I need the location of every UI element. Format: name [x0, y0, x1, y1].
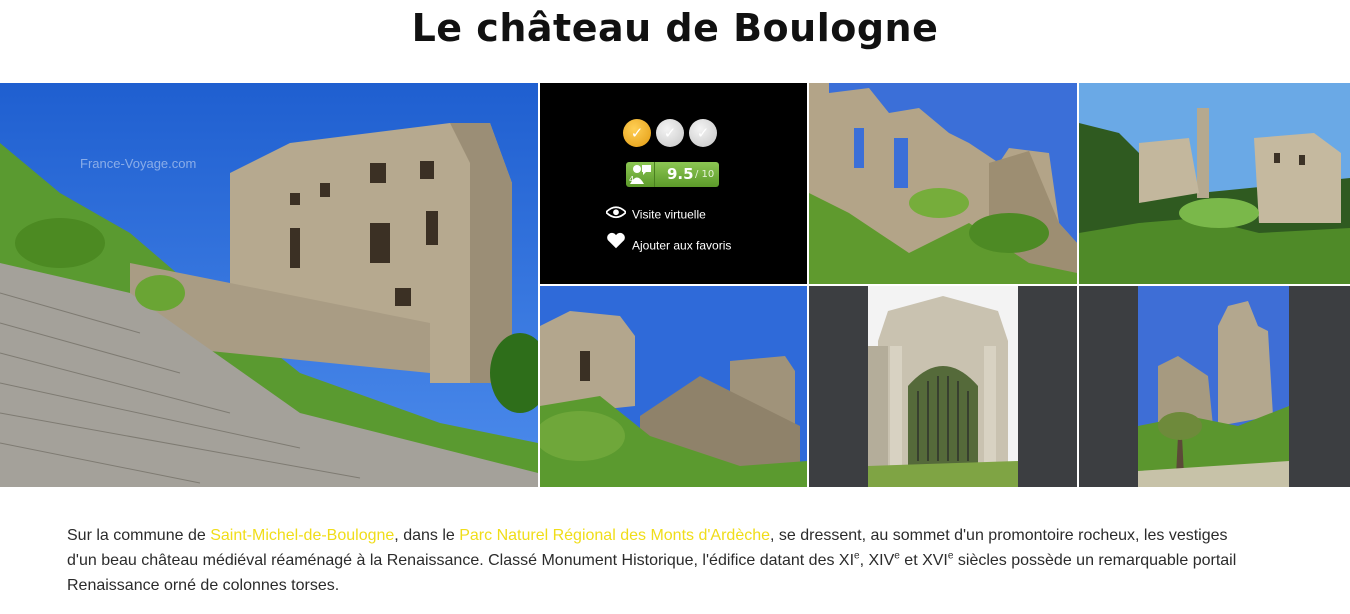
desc-text: , XIV — [859, 552, 895, 569]
heart-icon — [606, 232, 626, 250]
score-badge[interactable]: 4 9.5 / 10 — [626, 162, 719, 187]
virtual-visit-label: Visite virtuelle — [632, 207, 706, 222]
watermark: France-Voyage.com — [80, 156, 197, 171]
photo-ruined-walls[interactable] — [809, 83, 1077, 284]
virtual-visit-link[interactable]: Visite virtuelle — [606, 206, 706, 222]
desc-text: , dans le — [394, 527, 460, 544]
link-parc-naturel[interactable]: Parc Naturel Régional des Monts d'Ardèch… — [459, 527, 770, 544]
rating-grey-icon: ✓ — [656, 119, 684, 147]
rating-grey-icon: ✓ — [689, 119, 717, 147]
rating-icons: ✓ ✓ ✓ — [623, 119, 722, 149]
photo-round-towers[interactable] — [540, 286, 807, 487]
photo-ruined-keep[interactable] — [1079, 286, 1350, 487]
page-title: Le château de Boulogne — [411, 6, 939, 50]
add-favorite-label: Ajouter aux favoris — [632, 238, 732, 253]
review-count: 4 — [629, 175, 635, 184]
add-favorite-link[interactable]: Ajouter aux favoris — [606, 232, 731, 253]
score-max: / 10 — [695, 169, 715, 180]
photo-gallery: France-Voyage.com ✓ ✓ ✓ 4 9.5 / 10 Visite … — [0, 83, 1350, 487]
photo-castle-main-facade[interactable]: France-Voyage.com — [0, 83, 538, 487]
photo-renaissance-portal[interactable] — [809, 286, 1077, 487]
photo-castle-on-hill[interactable] — [1079, 83, 1350, 284]
score-value: 9.5 — [667, 165, 694, 183]
desc-text: et XVI — [899, 552, 948, 569]
rating-gold-icon: ✓ — [623, 119, 651, 147]
desc-text: Sur la commune de — [67, 527, 211, 544]
link-saint-michel[interactable]: Saint-Michel-de-Boulogne — [210, 527, 394, 544]
eye-icon — [606, 206, 626, 219]
description-paragraph: Sur la commune de Saint-Michel-de-Boulog… — [67, 523, 1257, 598]
rating-panel: ✓ ✓ ✓ 4 9.5 / 10 Visite virtuelle Ajouter … — [540, 83, 807, 284]
